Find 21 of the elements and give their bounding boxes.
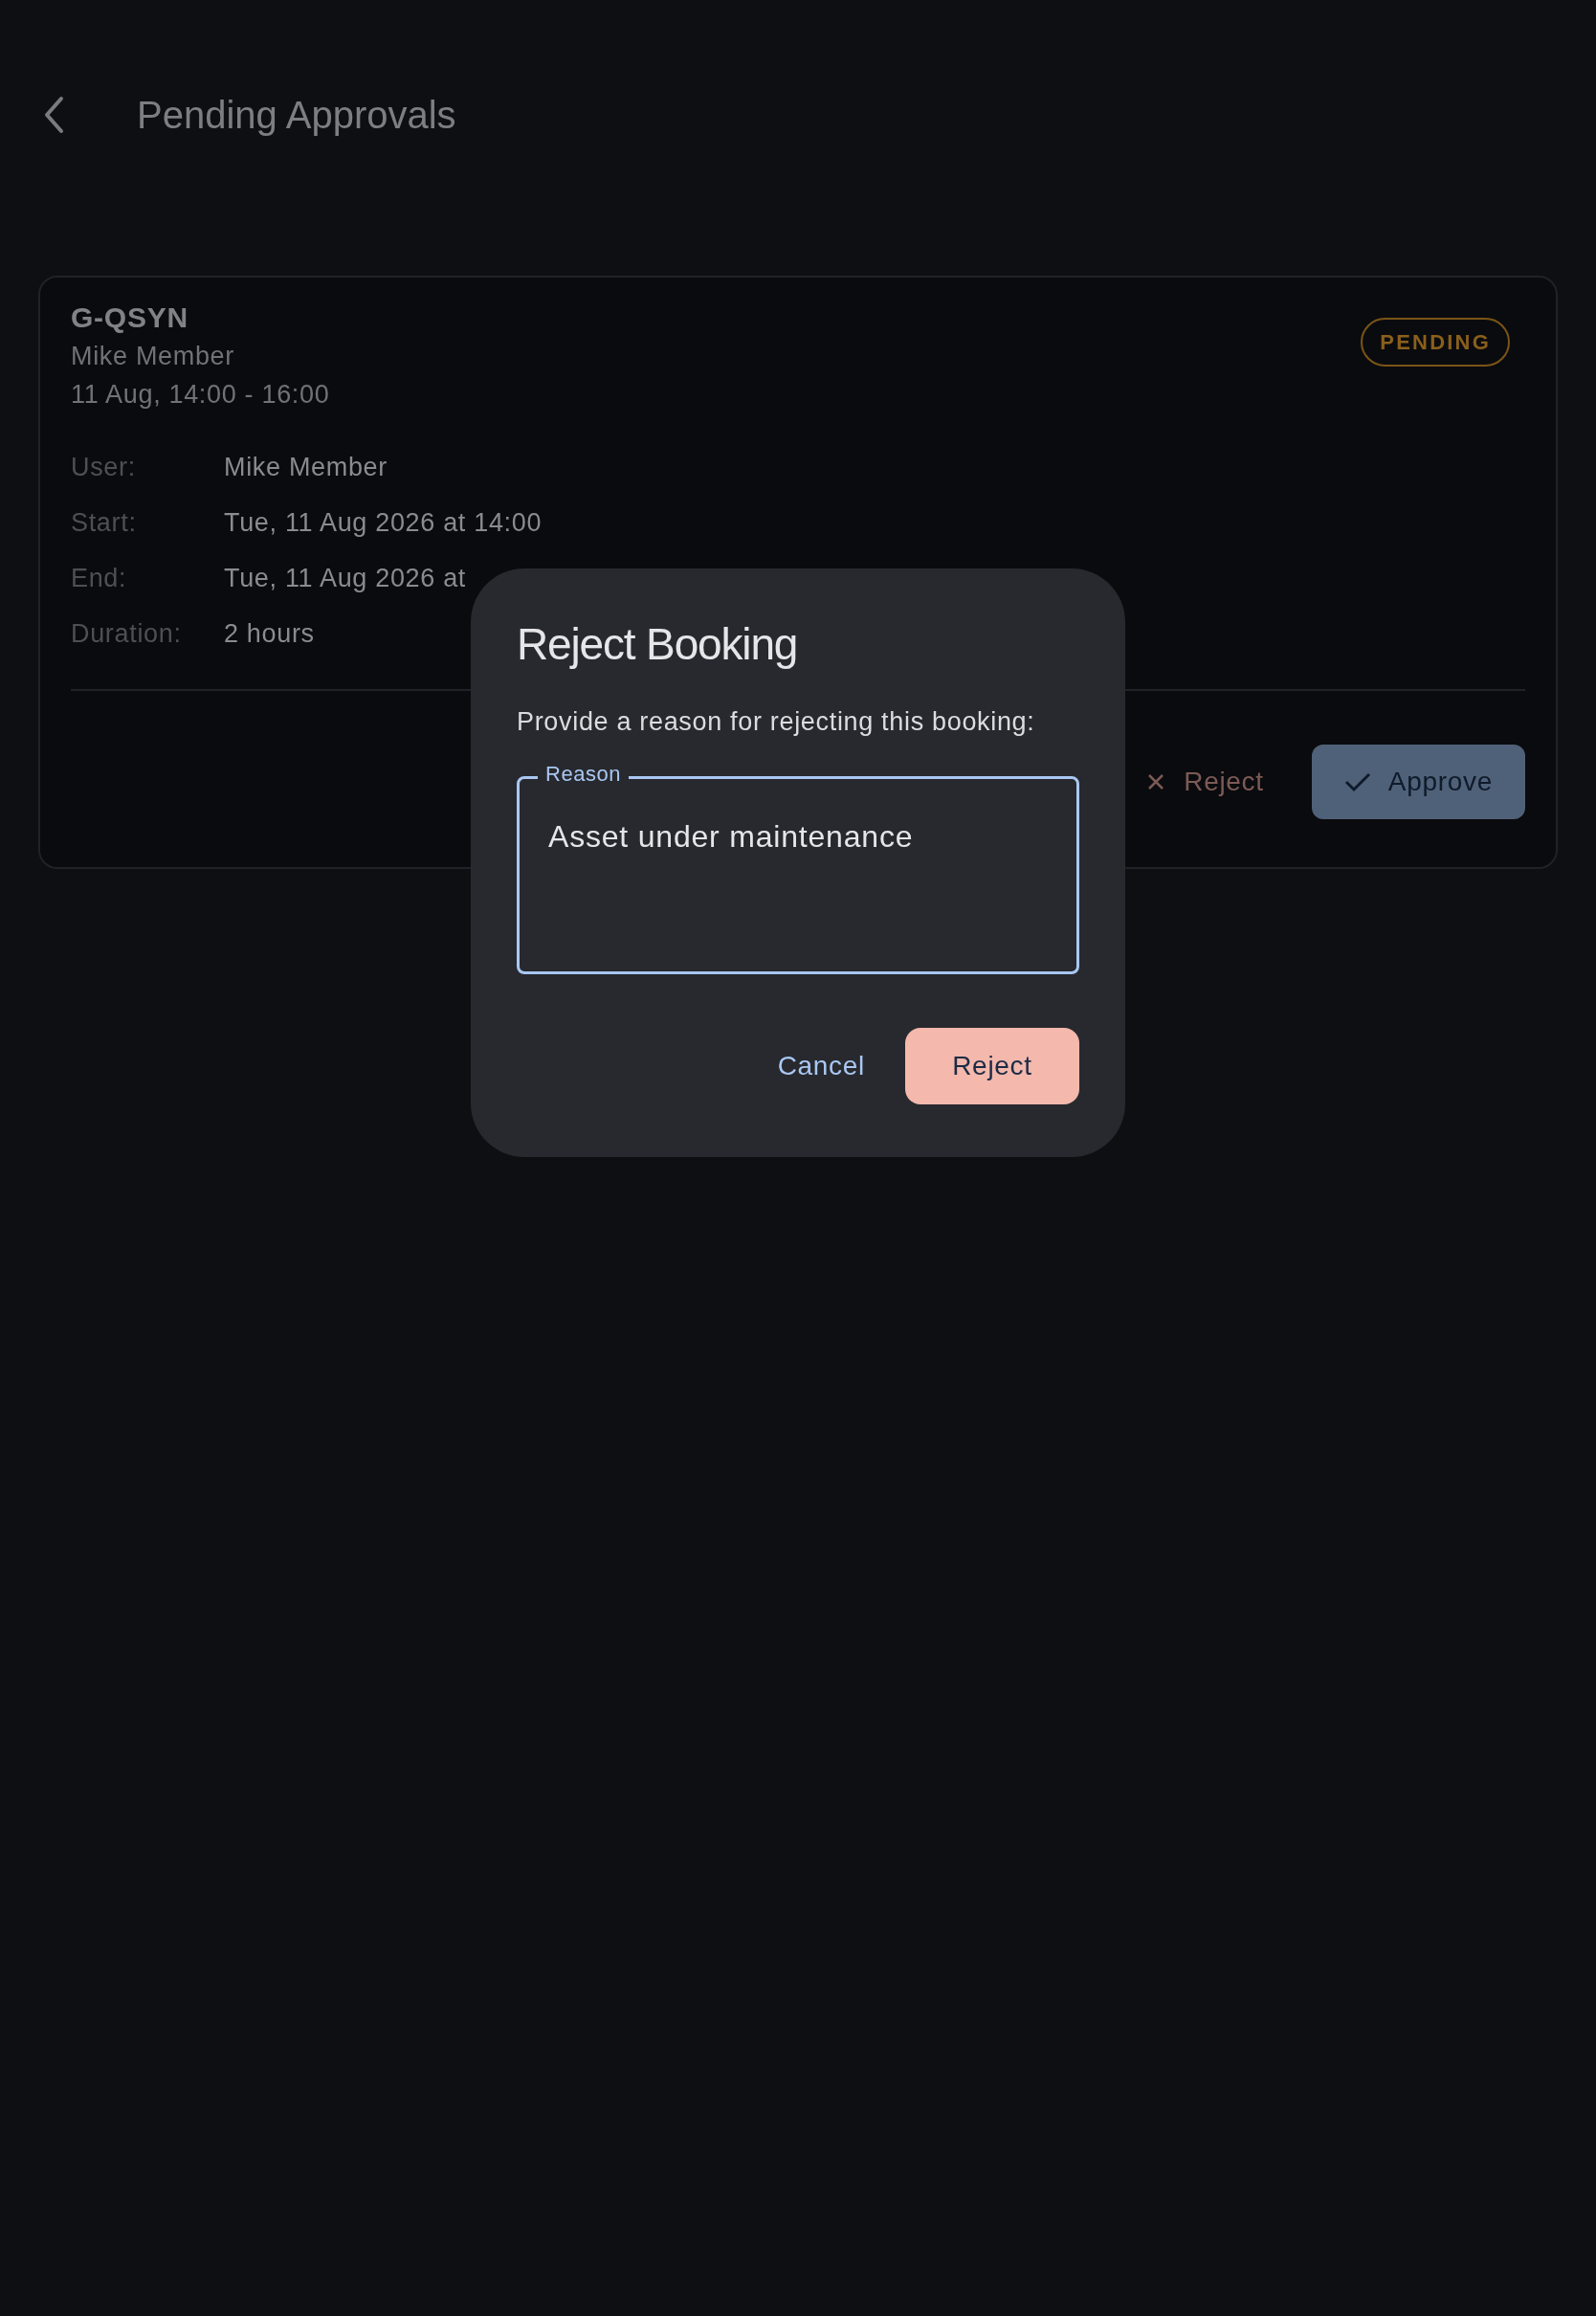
reason-text: Asset under maintenance (548, 818, 914, 854)
detail-value: Tue, 11 Aug 2026 at (224, 562, 467, 594)
close-icon (1147, 773, 1165, 791)
back-icon (43, 96, 64, 134)
cancel-button[interactable]: Cancel (775, 1027, 867, 1104)
detail-value: 2 hours (224, 617, 315, 650)
dialog-title: Reject Booking (517, 618, 799, 671)
reject-button[interactable]: Reject (905, 1027, 1079, 1104)
detail-label: End: (71, 562, 128, 594)
time-slot: 11 Aug, 14:00 - 16:00 (71, 375, 330, 413)
check-icon (1343, 771, 1371, 792)
detail-label: Start: (71, 506, 138, 539)
dialog-message: Provide a reason for rejecting this booking: (517, 706, 1036, 738)
detail-label: User: (71, 451, 137, 483)
status-badge: PENDING (1361, 318, 1510, 367)
asset-title: G-QSYN (71, 301, 189, 335)
detail-value: Tue, 11 Aug 2026 at 14:00 (224, 506, 543, 539)
detail-label: Duration: (71, 617, 183, 650)
member-name: Mike Member (71, 341, 235, 372)
page-title: Pending Approvals (137, 93, 456, 138)
detail-value: Mike Member (224, 451, 388, 483)
